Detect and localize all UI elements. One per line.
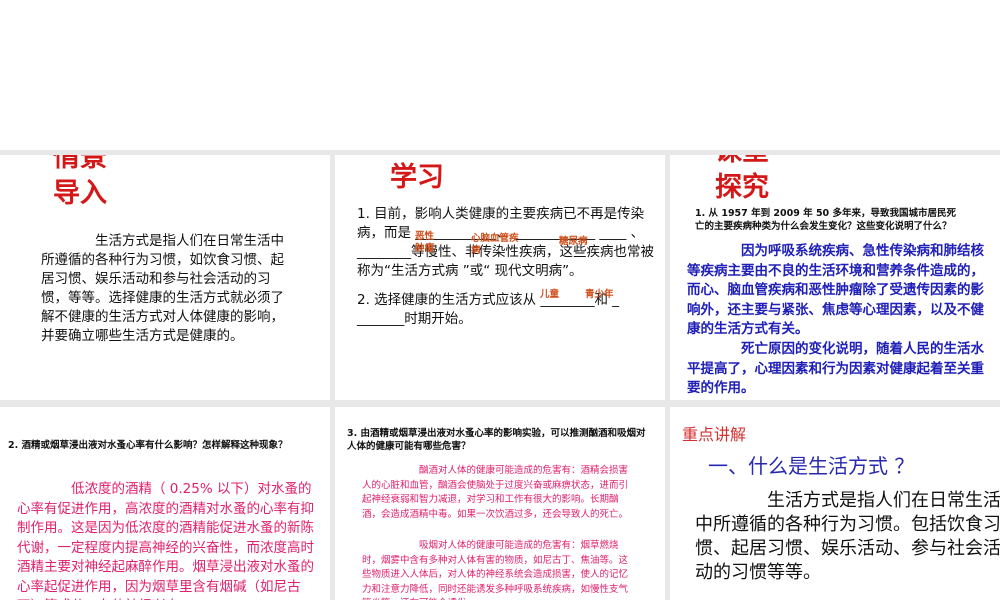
slide-body: 生活方式是指人们在日常生活中所遵循的各种行为习惯，如饮食习惯、起居习惯、娱乐活动… <box>41 233 284 344</box>
answer: 心脑血管疾病 <box>471 233 519 256</box>
section-heading: 一、什么是生活方式 ？ <box>708 454 915 478</box>
question: 1. 从 1957 年到 2009 年 50 多年来，导致我国城市居民死亡的主要… <box>695 208 956 232</box>
slide-title: 课堂探究 <box>715 155 769 203</box>
answer-1: 因为呼吸系统疾病、急性传染病和肺结核等疾病主要由不良的生活环境和营养条件造成的，… <box>687 243 984 337</box>
answer: 糖尿病 <box>559 236 588 247</box>
answer-2: 死亡原因的变化说明，随着人民的生活水平提高了，心理因素和行为因素对健康起着至关重… <box>687 341 984 396</box>
section-body: 生活方式是指人们在日常生活中所遵循的各种行为习惯。包括饮食习惯、起居习惯、娱乐活… <box>695 490 1000 583</box>
slide-5[interactable]: 3. 由酒精或烟草浸出液对水蚤心率的影响实验，可以推测酗酒和吸烟对人体的健康可能… <box>335 407 665 600</box>
answer-smoking: 吸烟对人体的健康可能造成的危害有：烟草燃烧时，烟雾中含有多种对人体有害的物质，如… <box>362 540 629 600</box>
answer: 儿童 <box>540 289 560 300</box>
section-tag: 重点讲解 <box>682 425 747 444</box>
slide-4[interactable]: 2. 酒精或烟草浸出液对水蚤心率有什么影响？怎样解释这种现象？ 低浓度的酒精（ … <box>0 407 330 600</box>
question: 3. 由酒精或烟草浸出液对水蚤心率的影响实验，可以推测酗酒和吸烟对人体的健康可能… <box>347 428 646 452</box>
slide-2[interactable]: 学习 1. 目前，影响人类健康的主要疾病已不再是传染病，而是 _________… <box>335 155 665 400</box>
slide-6[interactable]: 重点讲解 一、什么是生活方式 ？ 生活方式是指人们在日常生活中所遵循的各种行为习… <box>670 407 1000 600</box>
slide-1[interactable]: 情景 导入 生活方式是指人们在日常生活中所遵循的各种行为习惯，如饮食习惯、起居习惯… <box>0 155 330 400</box>
slide-title: 学习 <box>390 162 444 193</box>
question: 2. 酒精或烟草浸出液对水蚤心率有什么影响？怎样解释这种现象？ <box>8 440 288 451</box>
slide-title: 情景 导入 <box>53 155 107 209</box>
answer-alcohol: 酗酒对人体的健康可能造成的危害有：酒精会损害人的心脏和血管，酗酒会使脑处于过度兴… <box>362 465 629 520</box>
answer: 青少年 <box>585 289 614 300</box>
answer: 恶性肿瘤 <box>415 231 435 254</box>
answer: 低浓度的酒精（ 0.25% 以下）对水蚤的心率有促进作用，高浓度的酒精对水蚤的心… <box>17 481 314 600</box>
slide-3[interactable]: 课堂探究 1. 从 1957 年到 2009 年 50 多年来，导致我国城市居民… <box>670 155 1000 400</box>
